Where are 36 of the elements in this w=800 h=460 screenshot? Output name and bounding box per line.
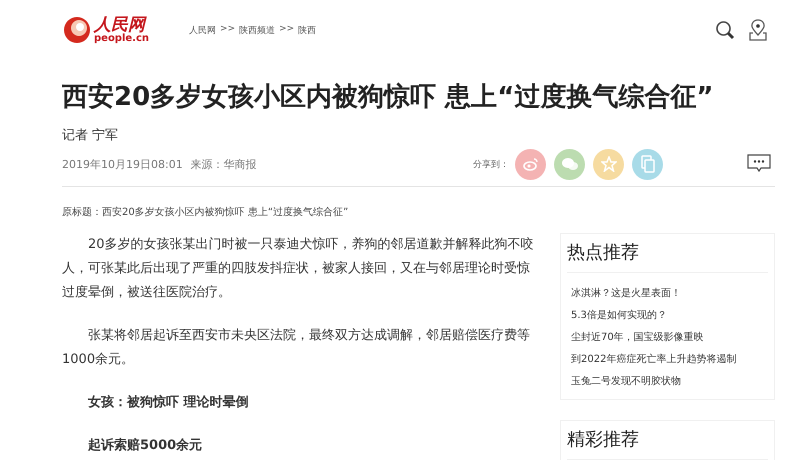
chat-bubbles-icon: [560, 157, 578, 171]
news-link[interactable]: 5.3倍是如何实现的？: [571, 310, 667, 321]
article-paragraph: 20多岁的女孩张某出门时被一只泰迪犬惊吓，养狗的邻居道歉并解释此狗不咬人，可张某此后出现了严重的四肢发抖症状，被家人接回，又在与邻居理论时受惊过度晕倒，被送往医院治疗。: [62, 236, 535, 302]
breadcrumb-separator: >>: [220, 24, 236, 36]
author-byline: 记者 宁军: [62, 127, 120, 144]
share-wechat-button[interactable]: [554, 148, 585, 180]
location-pin-icon[interactable]: [749, 19, 767, 41]
news-link[interactable]: 尘封近70年，国宝级影像重映: [571, 332, 704, 343]
article-paragraph: 张某将邻居起诉至西安市未央区法院，最终双方达成调解，邻居赔偿医疗费等1000余元。: [62, 327, 531, 369]
news-link[interactable]: 玉兔二号发现不明胶状物: [571, 376, 681, 387]
breadcrumb-link[interactable]: 陕西: [298, 24, 316, 36]
article-source: 来源：华商报: [190, 156, 257, 172]
comment-icon[interactable]: [747, 154, 771, 174]
weibo-icon: [522, 157, 538, 171]
card-heading: 精彩推荐: [567, 421, 768, 460]
article-title: 西安20多岁女孩小区内被狗惊吓 患上“过度换气综合征”: [62, 81, 714, 114]
section-subheading: 起诉索赔5000余元: [87, 436, 204, 455]
star-icon: [600, 156, 616, 172]
logo-icon: [62, 15, 92, 45]
news-link[interactable]: 冰淇淋？这是火星表面！: [571, 288, 681, 299]
breadcrumb-separator: >>: [279, 24, 294, 36]
share-favorite-button[interactable]: [593, 148, 624, 180]
card-heading: 热点推荐: [567, 234, 768, 273]
section-subheading: 女孩：被狗惊吓 理论时晕倒: [87, 394, 250, 412]
logo-domain[interactable]: people.cn: [94, 34, 150, 44]
share-copy-button[interactable]: [632, 148, 663, 180]
publish-date: 2019年10月19日08:01: [62, 156, 183, 172]
breadcrumb-link[interactable]: 陕西频道: [239, 24, 276, 36]
original-title: 原标题：西安20多岁女孩小区内被狗惊吓 患上“过度换气综合征”: [62, 206, 350, 219]
share-label: 分享到：: [473, 158, 509, 170]
news-link[interactable]: 到2022年癌症死亡率上升趋势将遏制: [571, 354, 736, 365]
search-icon[interactable]: [715, 20, 735, 40]
share-weibo-button[interactable]: [515, 148, 546, 180]
copy-icon: [640, 155, 654, 173]
breadcrumb-link[interactable]: 人民网: [189, 24, 216, 36]
logo-text[interactable]: 人民网: [94, 16, 150, 34]
